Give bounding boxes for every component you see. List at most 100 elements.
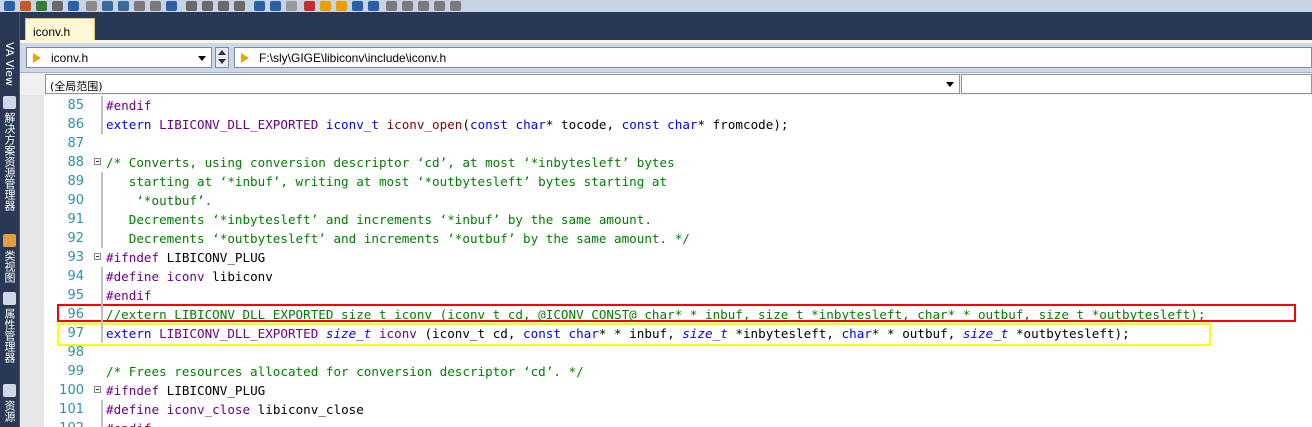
side-tab-3[interactable]: 属性管理器: [2, 292, 17, 363]
line-number: 93: [67, 250, 84, 265]
toolbar-button[interactable]: [386, 1, 397, 11]
toolbar-button[interactable]: [254, 1, 265, 11]
line-number: 99: [67, 364, 84, 379]
toolbar-button[interactable]: [304, 1, 315, 11]
code-line: 102 #endif: [20, 419, 1312, 427]
arrow-right-icon: [33, 53, 41, 63]
class-view-icon: [3, 234, 16, 247]
toolbar-button[interactable]: [86, 1, 97, 11]
toolbar-button[interactable]: [234, 1, 245, 11]
code-text: Decrements ‘*inbytesleft’ and increments…: [106, 212, 652, 227]
collapse-icon[interactable]: [94, 158, 101, 165]
file-path-field[interactable]: F:\sly\GIGE\libiconv\include\iconv.h: [234, 47, 1312, 68]
scope-dropdown[interactable]: (全局范围): [45, 74, 960, 94]
line-number: 100: [59, 383, 84, 398]
toolbar-button[interactable]: [450, 1, 461, 11]
fold-guide: [101, 96, 103, 115]
toolbar-button[interactable]: [434, 1, 445, 11]
chevron-down-icon: [946, 82, 954, 87]
toolbar-button[interactable]: [134, 1, 145, 11]
file-path-value: F:\sly\GIGE\libiconv\include\iconv.h: [259, 51, 447, 65]
collapse-icon[interactable]: [94, 253, 101, 260]
toolbar-button[interactable]: [4, 1, 15, 11]
line-number: 101: [59, 402, 84, 417]
fold-guide: [101, 400, 103, 419]
toolbar-button[interactable]: [368, 1, 379, 11]
toolbar-button[interactable]: [352, 1, 363, 11]
file-spinner[interactable]: [215, 47, 229, 68]
code-text: /* Frees resources allocated for convers…: [106, 364, 584, 379]
fold-guide: [101, 229, 103, 248]
line-number: 86: [67, 117, 84, 132]
toolbar-button[interactable]: [218, 1, 229, 11]
code-text: //extern LIBICONV_DLL_EXPORTED size_t ic…: [106, 307, 1206, 322]
side-tab-label: 资源: [3, 400, 16, 422]
code-line: 85 #endif: [20, 96, 1312, 115]
toolbar-button[interactable]: [320, 1, 331, 11]
line-number: 90: [67, 193, 84, 208]
toolbar-button[interactable]: [52, 1, 63, 11]
document-tab-strip: iconv.h: [20, 12, 1312, 42]
code-line: 88 /* Converts, using conversion descript…: [20, 153, 1312, 172]
toolbar-button[interactable]: [202, 1, 213, 11]
scope-bar: (全局范围): [20, 73, 1312, 96]
side-tab-label: 类视图: [3, 250, 16, 283]
code-text: Decrements ‘*outbytesleft’ and increment…: [106, 231, 690, 246]
fold-guide: [101, 324, 103, 343]
code-text: #ifndef LIBICONV_PLUG: [106, 250, 266, 265]
side-tab-4[interactable]: 资源: [2, 384, 17, 422]
toolbar-button[interactable]: [102, 1, 113, 11]
line-number: 102: [44, 419, 84, 427]
code-text: /* Converts, using conversion descriptor…: [106, 155, 675, 170]
tab-label: iconv.h: [33, 25, 71, 39]
member-dropdown[interactable]: [961, 74, 1312, 94]
side-tab-2[interactable]: 类视图: [2, 234, 17, 283]
toolbar-button[interactable]: [402, 1, 413, 11]
code-line: 90 ‘*outbuf’.: [20, 191, 1312, 210]
fold-guide: [101, 191, 103, 210]
line-number: 96: [67, 307, 84, 322]
code-line: 92 Decrements ‘*outbytesleft’ and increm…: [20, 229, 1312, 248]
line-number: 97: [67, 326, 84, 341]
toolbar-button[interactable]: [186, 1, 197, 11]
line-number: 89: [67, 174, 84, 189]
toolbar-button[interactable]: [36, 1, 47, 11]
code-line: 99 /* Frees resources allocated for conve…: [20, 362, 1312, 381]
code-line: 91 Decrements ‘*inbytesleft’ and increme…: [20, 210, 1312, 229]
toolbar-button[interactable]: [166, 1, 177, 11]
chevron-down-icon: [198, 56, 206, 61]
code-editor[interactable]: 85 #endif 86 extern LIBICONV_DLL_EXPORTED i…: [20, 95, 1312, 427]
spin-up-icon: [218, 50, 226, 55]
code-text: ‘*outbuf’.: [106, 193, 213, 208]
line-number: 87: [67, 136, 84, 151]
toolbar-button[interactable]: [286, 1, 297, 11]
fold-guide: [101, 305, 103, 324]
toolbar-button[interactable]: [270, 1, 281, 11]
side-tab-0[interactable]: VA View: [2, 42, 17, 86]
toolbar-button[interactable]: [20, 1, 31, 11]
toolbar-button[interactable]: [118, 1, 129, 11]
file-combo[interactable]: iconv.h: [26, 47, 212, 68]
scope-value: (全局范围): [50, 80, 103, 93]
line-number: 95: [67, 288, 84, 303]
side-tab-1[interactable]: 解决方案资源管理器: [2, 96, 17, 211]
code-line: 89 starting at ‘*inbuf’, writing at most…: [20, 172, 1312, 191]
fold-guide: [101, 419, 103, 427]
code-line: 98: [20, 343, 1312, 362]
side-tool-strip: VA View 解决方案资源管理器类视图属性管理器资源: [0, 12, 20, 427]
toolbar-button[interactable]: [150, 1, 161, 11]
code-text: extern LIBICONV_DLL_EXPORTED size_t icon…: [106, 326, 1130, 341]
line-number: 98: [67, 345, 84, 360]
toolbar-button[interactable]: [418, 1, 429, 11]
side-tab-label: 属性管理器: [3, 308, 16, 363]
toolbar-button[interactable]: [68, 1, 79, 11]
collapse-icon[interactable]: [94, 386, 101, 393]
tab-iconv-h[interactable]: iconv.h: [25, 18, 95, 42]
toolbar-button[interactable]: [336, 1, 347, 11]
file-combo-value: iconv.h: [51, 51, 89, 65]
fold-guide: [101, 115, 103, 134]
code-line: 95 #endif: [20, 286, 1312, 305]
line-number: 94: [67, 269, 84, 284]
code-line: 94 #define iconv libiconv: [20, 267, 1312, 286]
spin-down-icon: [218, 59, 226, 64]
